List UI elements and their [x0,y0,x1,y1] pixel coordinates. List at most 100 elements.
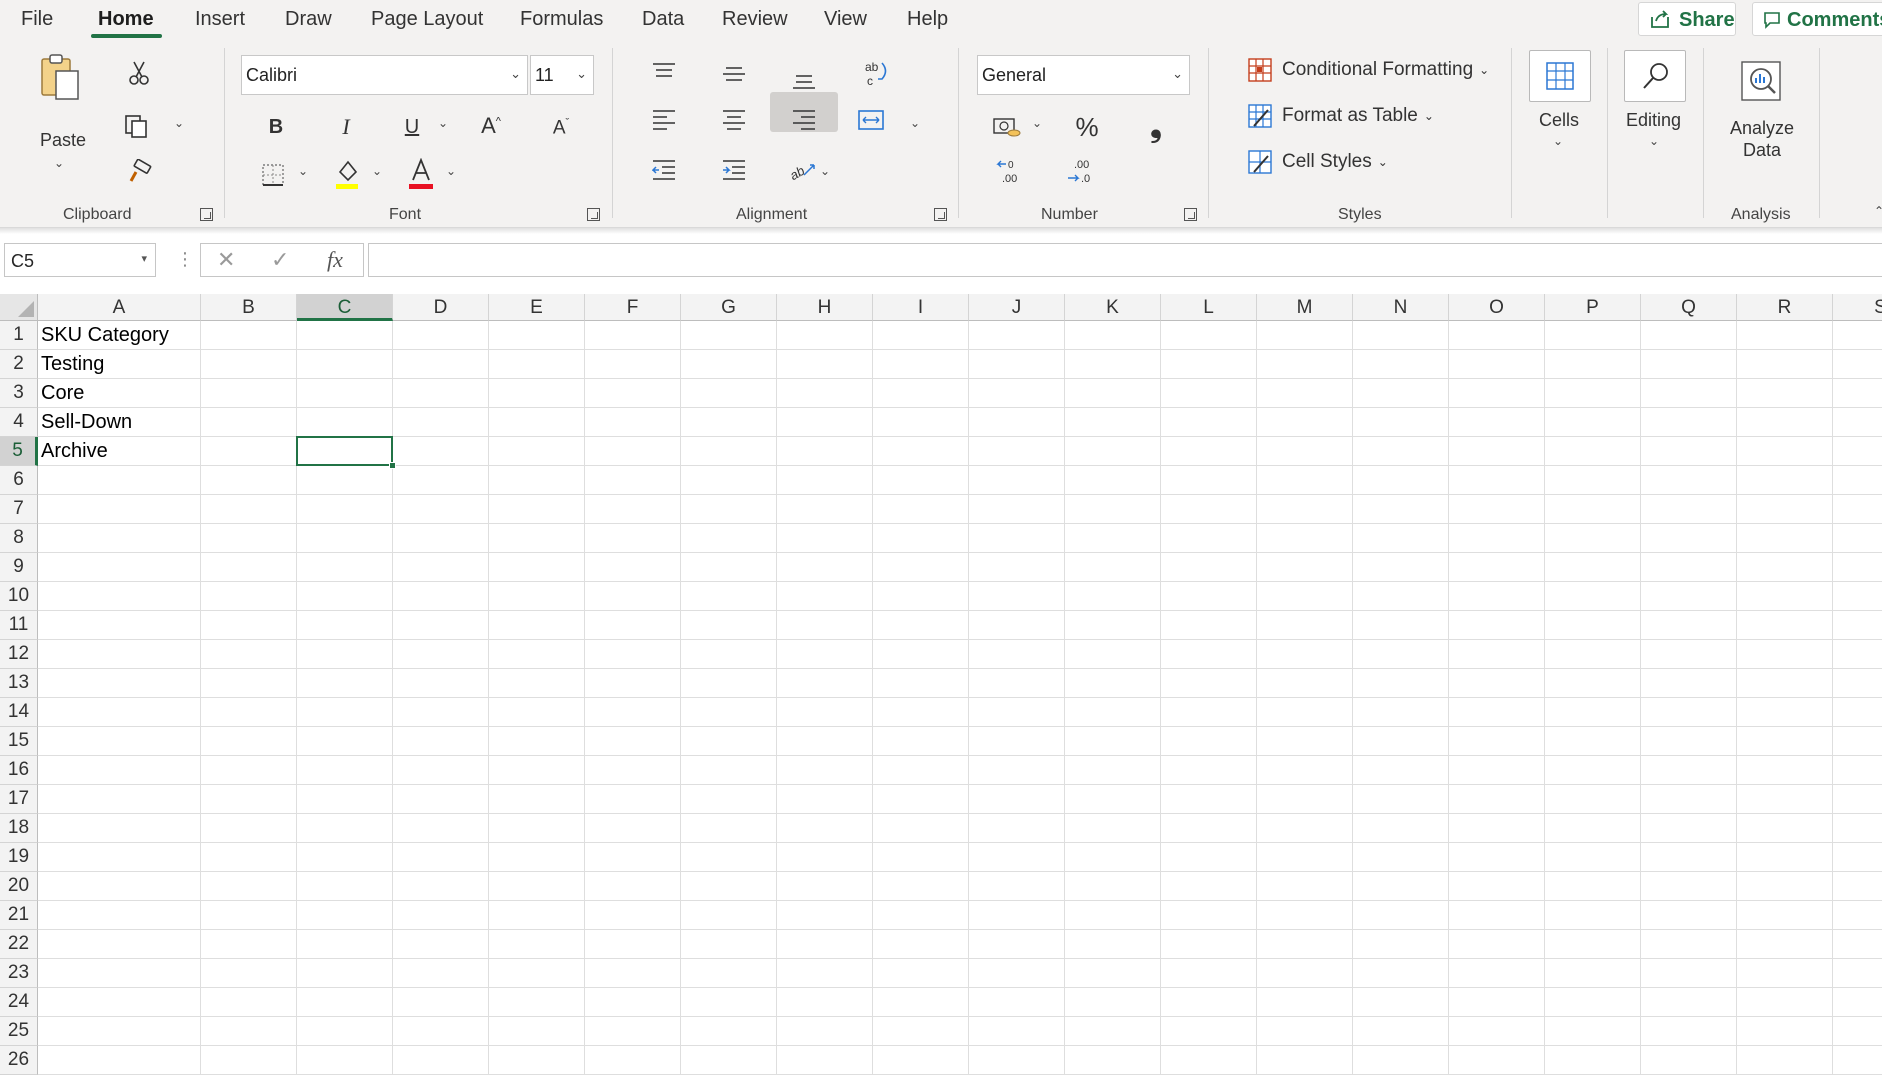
wrap-text-button[interactable]: ab c [862,58,892,88]
tab-review[interactable]: Review [722,8,788,31]
cell-a5[interactable]: Archive [38,437,108,465]
orientation-button[interactable]: ab [788,156,818,184]
number-dialog-launcher-icon[interactable] [1184,208,1197,221]
column-header-e[interactable]: E [489,294,585,321]
font-name-combo[interactable]: Calibri ⌄ [241,55,528,95]
row-header-18[interactable]: 18 [0,814,38,843]
comma-style-button[interactable]: ❟ [1142,110,1170,144]
increase-decimal-button[interactable]: 0.00 [994,156,1028,188]
top-align-button[interactable] [650,58,678,86]
cell-a1[interactable]: SKU Category [38,321,169,349]
orientation-dropdown-chevron-icon[interactable]: ⌄ [820,164,830,178]
tab-view[interactable]: View [824,8,867,31]
bottom-align-button[interactable] [790,66,818,94]
tab-formulas[interactable]: Formulas [520,8,603,31]
share-button[interactable]: Share [1638,2,1736,36]
column-header-p[interactable]: P [1545,294,1641,321]
underline-dropdown-chevron-icon[interactable]: ⌄ [438,116,448,130]
cell-styles-button[interactable]: Cell Styles ⌄ [1248,150,1388,174]
merge-center-button[interactable] [854,106,888,134]
insert-function-icon[interactable]: fx [327,247,343,273]
align-right-button[interactable] [790,106,818,134]
analyze-data-button[interactable] [1738,58,1784,104]
tab-home[interactable]: Home [98,8,154,31]
paste-dropdown-chevron-icon[interactable]: ⌄ [54,156,64,170]
decrease-indent-button[interactable] [650,156,678,184]
more-options-icon[interactable]: ⋮ [176,249,194,270]
row-header-13[interactable]: 13 [0,669,38,698]
bold-button[interactable]: B [262,112,290,142]
cells-dropdown-chevron-icon[interactable]: ⌄ [1553,134,1563,148]
cell-a3[interactable]: Core [38,379,84,407]
column-header-o[interactable]: O [1449,294,1545,321]
accounting-format-button[interactable] [990,112,1024,142]
decrease-font-size-button[interactable]: Aˇ [544,112,578,144]
row-header-9[interactable]: 9 [0,553,38,582]
formula-input[interactable] [368,243,1882,277]
row-header-23[interactable]: 23 [0,959,38,988]
row-header-21[interactable]: 21 [0,901,38,930]
cancel-icon[interactable]: ✕ [217,247,235,273]
font-color-dropdown-chevron-icon[interactable]: ⌄ [446,164,456,178]
conditional-formatting-button[interactable]: Conditional Formatting ⌄ [1248,58,1489,82]
editing-button[interactable] [1624,50,1686,102]
column-header-s[interactable]: S [1833,294,1882,321]
row-header-1[interactable]: 1 [0,321,38,350]
row-header-26[interactable]: 26 [0,1046,38,1075]
row-header-7[interactable]: 7 [0,495,38,524]
row-header-22[interactable]: 22 [0,930,38,959]
row-header-19[interactable]: 19 [0,843,38,872]
tab-insert[interactable]: Insert [195,8,245,31]
middle-align-button[interactable] [720,60,748,88]
column-header-m[interactable]: M [1257,294,1353,321]
row-header-10[interactable]: 10 [0,582,38,611]
row-header-4[interactable]: 4 [0,408,38,437]
row-header-12[interactable]: 12 [0,640,38,669]
tab-file[interactable]: File [21,8,53,31]
column-header-d[interactable]: D [393,294,489,321]
increase-font-size-button[interactable]: A^ [474,110,508,142]
row-header-3[interactable]: 3 [0,379,38,408]
row-header-6[interactable]: 6 [0,466,38,495]
collapse-ribbon-chevron-icon[interactable]: ⌃ [1874,204,1882,218]
fill-handle[interactable] [389,462,396,469]
row-header-17[interactable]: 17 [0,785,38,814]
enter-icon[interactable]: ✓ [271,247,289,273]
row-header-16[interactable]: 16 [0,756,38,785]
column-header-h[interactable]: H [777,294,873,321]
column-header-j[interactable]: J [969,294,1065,321]
fill-color-button[interactable] [332,156,362,192]
column-header-r[interactable]: R [1737,294,1833,321]
cells-button[interactable] [1529,50,1591,102]
column-header-g[interactable]: G [681,294,777,321]
increase-indent-button[interactable] [720,156,748,184]
decrease-decimal-button[interactable]: .00.0 [1064,156,1098,188]
row-header-20[interactable]: 20 [0,872,38,901]
column-header-a[interactable]: A [38,294,201,321]
italic-button[interactable]: I [332,112,360,142]
row-header-5[interactable]: 5 [0,437,38,466]
row-header-15[interactable]: 15 [0,727,38,756]
clipboard-dialog-launcher-icon[interactable] [200,208,213,221]
tab-draw[interactable]: Draw [285,8,332,31]
worksheet-grid[interactable]: A B C D E F G H I J K L M N O P Q R S 1 2 3 4 5 6 7 8 9 10 11 12 13 14 15… [0,294,1882,1075]
column-header-l[interactable]: L [1161,294,1257,321]
row-header-8[interactable]: 8 [0,524,38,553]
cell-a2[interactable]: Testing [38,350,104,378]
font-size-combo[interactable]: 11 ⌄ [530,55,594,95]
copy-dropdown-chevron-icon[interactable]: ⌄ [174,116,184,130]
align-center-button[interactable] [720,106,748,134]
copy-button[interactable] [120,110,152,142]
tab-data[interactable]: Data [642,8,684,31]
comments-button[interactable]: Comments [1752,2,1882,36]
column-header-f[interactable]: F [585,294,681,321]
column-header-n[interactable]: N [1353,294,1449,321]
fill-color-dropdown-chevron-icon[interactable]: ⌄ [372,164,382,178]
column-header-b[interactable]: B [201,294,297,321]
percent-style-button[interactable]: % [1070,110,1104,144]
column-header-i[interactable]: I [873,294,969,321]
name-box[interactable]: C5 ▾ [4,243,156,277]
row-header-25[interactable]: 25 [0,1017,38,1046]
alignment-dialog-launcher-icon[interactable] [934,208,947,221]
align-left-button[interactable] [650,106,678,134]
